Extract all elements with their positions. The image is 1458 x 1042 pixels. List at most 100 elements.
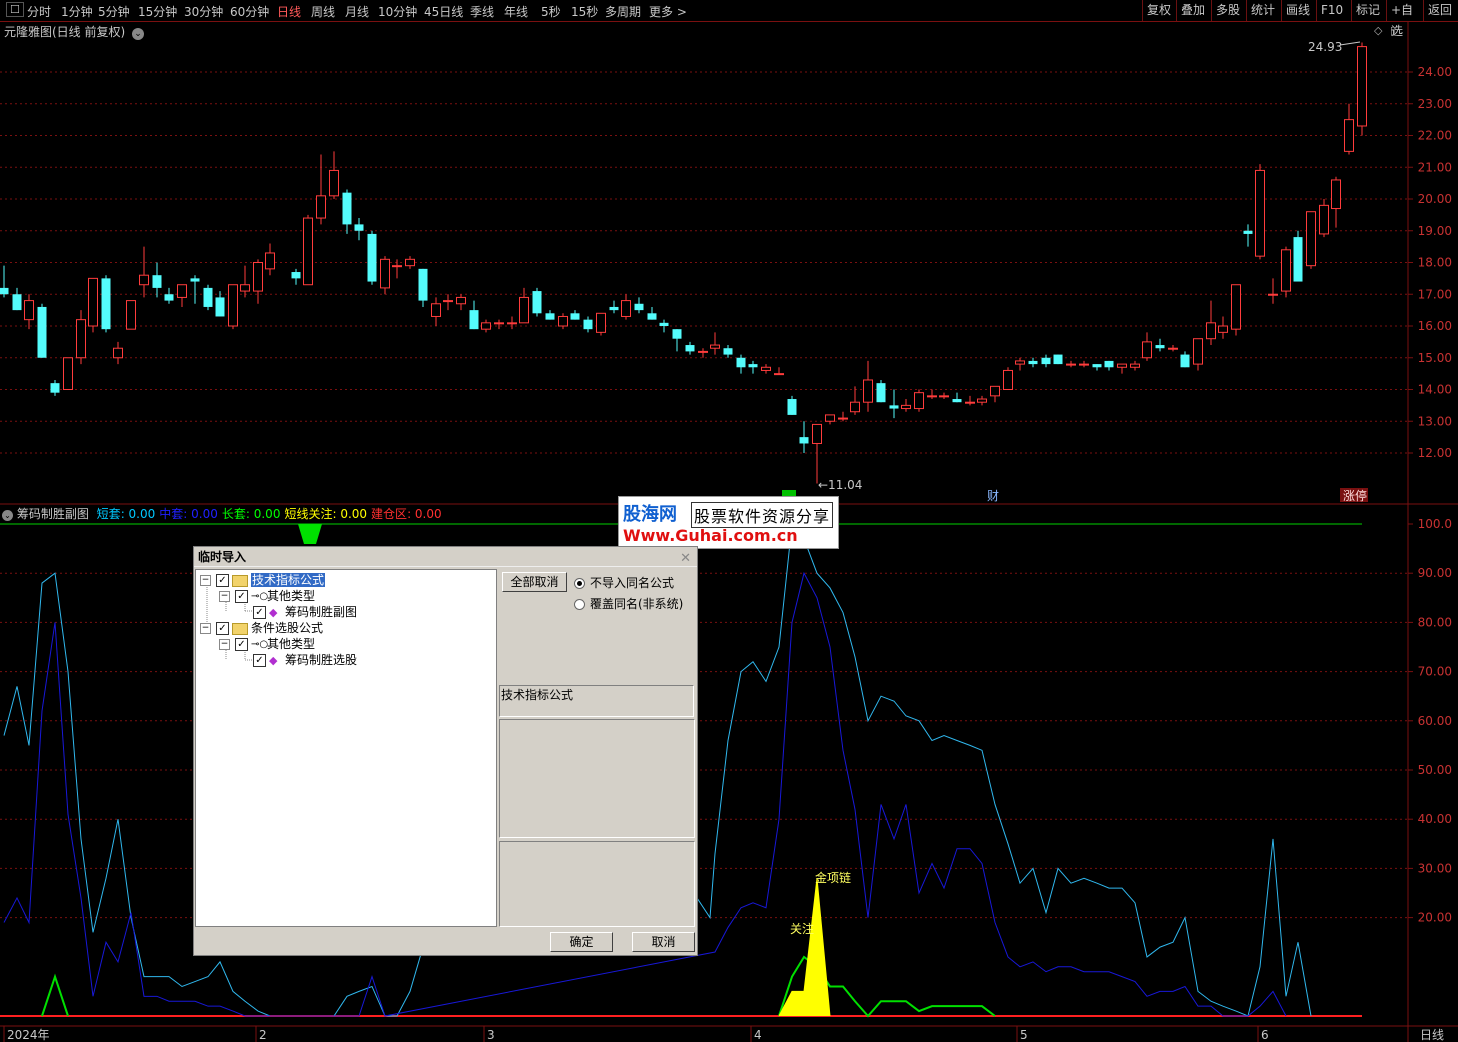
- sub-tick-label: 80.00: [1418, 615, 1452, 629]
- candle-body: [469, 310, 479, 330]
- checkbox[interactable]: ✓: [216, 574, 229, 587]
- candle-body: [1092, 364, 1102, 368]
- candle-body: [418, 268, 428, 301]
- import-dialog: 临时导入 ✕ − ✓ 技术指标公式 − ✓ ⊸○其他类型 ✓ ◆ 筹码制胜副图 − ✓ 条件选股公式 −…: [193, 546, 698, 956]
- cancel-button[interactable]: 取消: [632, 932, 695, 952]
- legend-value: 0.00: [191, 507, 218, 521]
- description-box: [499, 719, 695, 838]
- candle-body: [990, 385, 1000, 397]
- collapse-icon[interactable]: −: [200, 623, 211, 634]
- radio-dot[interactable]: [574, 578, 585, 589]
- info-label: 技术指标公式: [501, 688, 574, 702]
- price-tick-label: 22.00: [1418, 129, 1452, 143]
- collapse-icon[interactable]: −: [219, 591, 230, 602]
- tree-node-label: 条件选股公式: [251, 621, 324, 635]
- checkbox[interactable]: ✓: [235, 638, 248, 651]
- checkbox[interactable]: ✓: [253, 654, 266, 667]
- tree-node[interactable]: ✓ ◆ 筹码制胜选股: [238, 652, 357, 668]
- checkbox[interactable]: ✓: [253, 606, 266, 619]
- candle-body: [977, 398, 987, 403]
- time-label: 2: [259, 1028, 267, 1042]
- stock-title: 元隆雅图(日线 前复权): [4, 25, 126, 39]
- candle-body: [215, 297, 225, 317]
- candle-body: [659, 322, 669, 326]
- radio-overwrite-label: 覆盖同名(非系统): [590, 597, 684, 611]
- candle-body: [76, 319, 86, 359]
- collapse-icon[interactable]: −: [219, 639, 230, 650]
- price-tick-label: 14.00: [1418, 383, 1452, 397]
- legend-name: 短套: [96, 507, 121, 521]
- candle-body: [164, 294, 174, 301]
- candle-body: [443, 300, 453, 303]
- candle-body: [50, 383, 60, 393]
- chevron-down-icon[interactable]: ⌄: [132, 28, 145, 40]
- candle-body: [761, 366, 771, 371]
- price-tick-label: 24.00: [1418, 65, 1452, 79]
- price-tick-label: 16.00: [1418, 319, 1452, 333]
- candle-body: [710, 344, 720, 349]
- candle-body: [113, 347, 123, 359]
- sub-tick-label: 20.00: [1418, 911, 1452, 925]
- radio-no-import[interactable]: 不导入同名公式: [574, 574, 674, 591]
- candle-body: [583, 319, 593, 330]
- radio-overwrite[interactable]: 覆盖同名(非系统): [574, 595, 683, 612]
- candle-body: [914, 392, 924, 410]
- candle-body: [431, 303, 441, 317]
- candle-body: [787, 399, 797, 415]
- candle-body: [532, 291, 542, 314]
- tree-node[interactable]: − ✓ 条件选股公式: [200, 620, 323, 636]
- finance-marker: 财: [987, 489, 999, 503]
- legend-name: 中套: [159, 507, 184, 521]
- legend-item: 长套: 0.00: [221, 507, 281, 521]
- candle-body: [825, 414, 835, 422]
- watermark-brand: 股海网: [623, 504, 677, 525]
- short-focus-block: [298, 524, 322, 544]
- candle-body: [329, 169, 339, 197]
- low-price-label: ←11.04: [818, 478, 862, 492]
- candle-body: [1193, 338, 1203, 365]
- candle-body: [139, 274, 149, 286]
- cancel-all-button[interactable]: 全部取消: [502, 572, 567, 592]
- candle-body: [1319, 204, 1329, 235]
- diamond-icon[interactable]: ◇: [1374, 24, 1382, 37]
- legend-value: 0.00: [253, 507, 281, 521]
- folder-icon: [232, 574, 248, 587]
- candle-body: [952, 399, 962, 403]
- sub-tick-label: 40.00: [1418, 812, 1452, 826]
- candle-body: [37, 306, 47, 358]
- candle-body: [1281, 249, 1291, 292]
- legend-item: 短线关注: 0.00: [284, 507, 368, 521]
- candle-body: [685, 345, 695, 352]
- sub-tick-label: 60.00: [1418, 714, 1452, 728]
- close-icon[interactable]: ✕: [680, 549, 691, 569]
- formula-tree: − ✓ 技术指标公式 − ✓ ⊸○其他类型 ✓ ◆ 筹码制胜副图 − ✓ 条件选股公式 − ✓ ⊸○其他类型…: [195, 569, 497, 927]
- candle-body: [405, 258, 415, 267]
- candle-body: [634, 303, 644, 311]
- checkbox[interactable]: ✓: [216, 622, 229, 635]
- legend-item: 短套: 0.00: [96, 507, 156, 521]
- tree-node[interactable]: − ✓ 技术指标公式: [200, 572, 326, 588]
- tree-node[interactable]: − ✓ ⊸○其他类型: [219, 636, 315, 652]
- candle-body: [1357, 46, 1367, 127]
- candle-body: [253, 262, 263, 292]
- tree-node-label: 技术指标公式: [251, 573, 326, 587]
- sub-tick-label: 90.00: [1418, 566, 1452, 580]
- restore-icon[interactable]: ▯: [1390, 24, 1396, 37]
- candle-body: [101, 278, 111, 330]
- tree-node[interactable]: − ✓ ⊸○其他类型: [219, 588, 315, 604]
- candle-body: [1079, 363, 1089, 366]
- candle-body: [1255, 169, 1265, 257]
- candle-body: [1268, 293, 1278, 296]
- checkbox[interactable]: ✓: [235, 590, 248, 603]
- collapse-icon[interactable]: ⌄: [2, 510, 13, 521]
- watermark-url: Www.Guhai.com.cn: [623, 526, 798, 545]
- radio-dot[interactable]: [574, 599, 585, 610]
- high-pointer: [1339, 41, 1361, 46]
- candle-body: [621, 300, 631, 317]
- candle-body: [494, 322, 504, 325]
- collapse-icon[interactable]: −: [200, 575, 211, 586]
- price-tick-label: 23.00: [1418, 97, 1452, 111]
- info-panel: 技术指标公式: [499, 685, 694, 717]
- ok-button[interactable]: 确定: [550, 932, 613, 952]
- tree-node[interactable]: ✓ ◆ 筹码制胜副图: [238, 604, 357, 620]
